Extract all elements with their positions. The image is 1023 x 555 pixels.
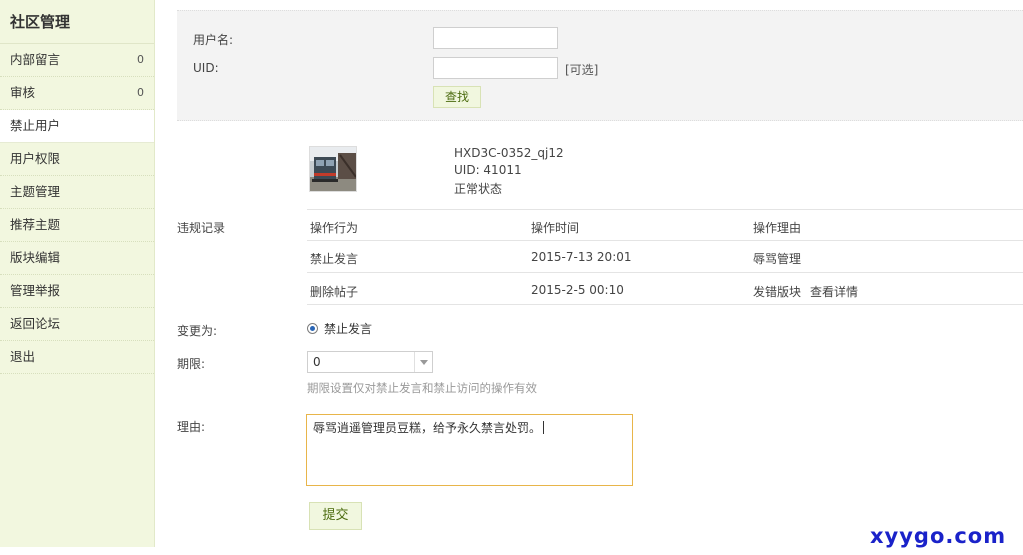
sidebar: 社区管理 内部留言 0 审核 0 禁止用户用户权限主题管理推荐主题版块编辑管理举报返回论… — [0, 0, 155, 547]
period-select-value: 0 — [313, 355, 321, 369]
uid-input[interactable] — [433, 57, 558, 79]
sidebar-item[interactable]: 返回论坛 — [0, 308, 154, 341]
sidebar-item[interactable]: 用户权限 — [0, 143, 154, 176]
username-input[interactable] — [433, 27, 558, 49]
sidebar-item-label: 内部留言 — [10, 52, 61, 67]
user-status: 正常状态 — [454, 182, 503, 196]
change-label: 变更为: — [177, 324, 218, 338]
period-select[interactable]: 0 — [307, 351, 433, 373]
header-time: 操作时间 — [531, 221, 580, 235]
record-reason: 发错版块 — [753, 285, 802, 299]
header-action: 操作行为 — [310, 221, 359, 235]
records-label: 违规记录 — [177, 221, 226, 235]
sidebar-item-count: 0 — [137, 86, 144, 99]
record-reason: 辱骂管理 — [753, 252, 802, 266]
sidebar-item-label: 禁止用户 — [10, 118, 61, 133]
sidebar-item[interactable]: 主题管理 — [0, 176, 154, 209]
record-time: 2015-2-5 00:10 — [531, 283, 624, 297]
user-uid: UID: 41011 — [454, 163, 522, 177]
reason-textarea[interactable]: 辱骂逍遥管理员豆糕，给予永久禁言处罚。 — [306, 414, 633, 486]
user-name: HXD3C-0352_qj12 — [454, 146, 564, 160]
sidebar-item-label: 主题管理 — [10, 184, 61, 199]
sidebar-item-label: 版块编辑 — [10, 250, 61, 265]
uid-label: UID: — [193, 61, 219, 75]
sidebar-item[interactable]: 禁止用户 — [0, 110, 154, 143]
sidebar-item-label: 退出 — [10, 349, 36, 364]
sidebar-item-label: 用户权限 — [10, 151, 61, 166]
divider — [307, 240, 1023, 241]
chevron-down-icon[interactable] — [414, 352, 432, 372]
sidebar-item-label: 返回论坛 — [10, 316, 61, 331]
record-time: 2015-7-13 20:01 — [531, 250, 632, 264]
period-label: 期限: — [177, 357, 206, 371]
sidebar-item-label: 审核 — [10, 85, 36, 100]
sidebar-title: 社区管理 — [0, 0, 154, 44]
username-label: 用户名: — [193, 33, 234, 47]
record-action: 删除帖子 — [310, 285, 359, 299]
ban-speech-radio-option[interactable]: 禁止发言 — [307, 320, 372, 337]
sidebar-item[interactable]: 推荐主题 — [0, 209, 154, 242]
watermark-logo: xyygo.com — [870, 524, 1007, 548]
record-action: 禁止发言 — [310, 252, 359, 266]
divider — [307, 272, 1023, 273]
sidebar-item-label: 管理举报 — [10, 283, 61, 298]
sidebar-item[interactable]: 管理举报 — [0, 275, 154, 308]
find-button[interactable]: 查找 — [433, 86, 481, 108]
view-details-link[interactable]: 查看详情 — [810, 283, 858, 300]
sidebar-item-count: 0 — [137, 53, 144, 66]
divider — [307, 209, 1023, 210]
text-caret — [543, 421, 545, 434]
train-photo-icon — [310, 147, 356, 191]
period-hint: 期限设置仅对禁止发言和禁止访问的操作有效 — [307, 381, 537, 395]
reason-label: 理由: — [177, 420, 206, 434]
header-reason: 操作理由 — [753, 221, 802, 235]
optional-hint: [可选] — [565, 63, 599, 77]
reason-text: 辱骂逍遥管理员豆糕，给予永久禁言处罚。 — [313, 421, 542, 435]
sidebar-item[interactable]: 版块编辑 — [0, 242, 154, 275]
search-panel: 用户名: UID: [可选] 查找 — [177, 10, 1023, 121]
avatar — [309, 146, 357, 192]
sidebar-item[interactable]: 内部留言 0 — [0, 44, 154, 77]
sidebar-item[interactable]: 审核 0 — [0, 77, 154, 110]
divider — [307, 304, 1023, 305]
submit-button[interactable]: 提交 — [309, 502, 362, 530]
sidebar-item-label: 推荐主题 — [10, 217, 61, 232]
radio-selected-icon[interactable] — [307, 323, 318, 334]
sidebar-item[interactable]: 退出 — [0, 341, 154, 374]
ban-speech-radio-label: 禁止发言 — [324, 322, 373, 336]
